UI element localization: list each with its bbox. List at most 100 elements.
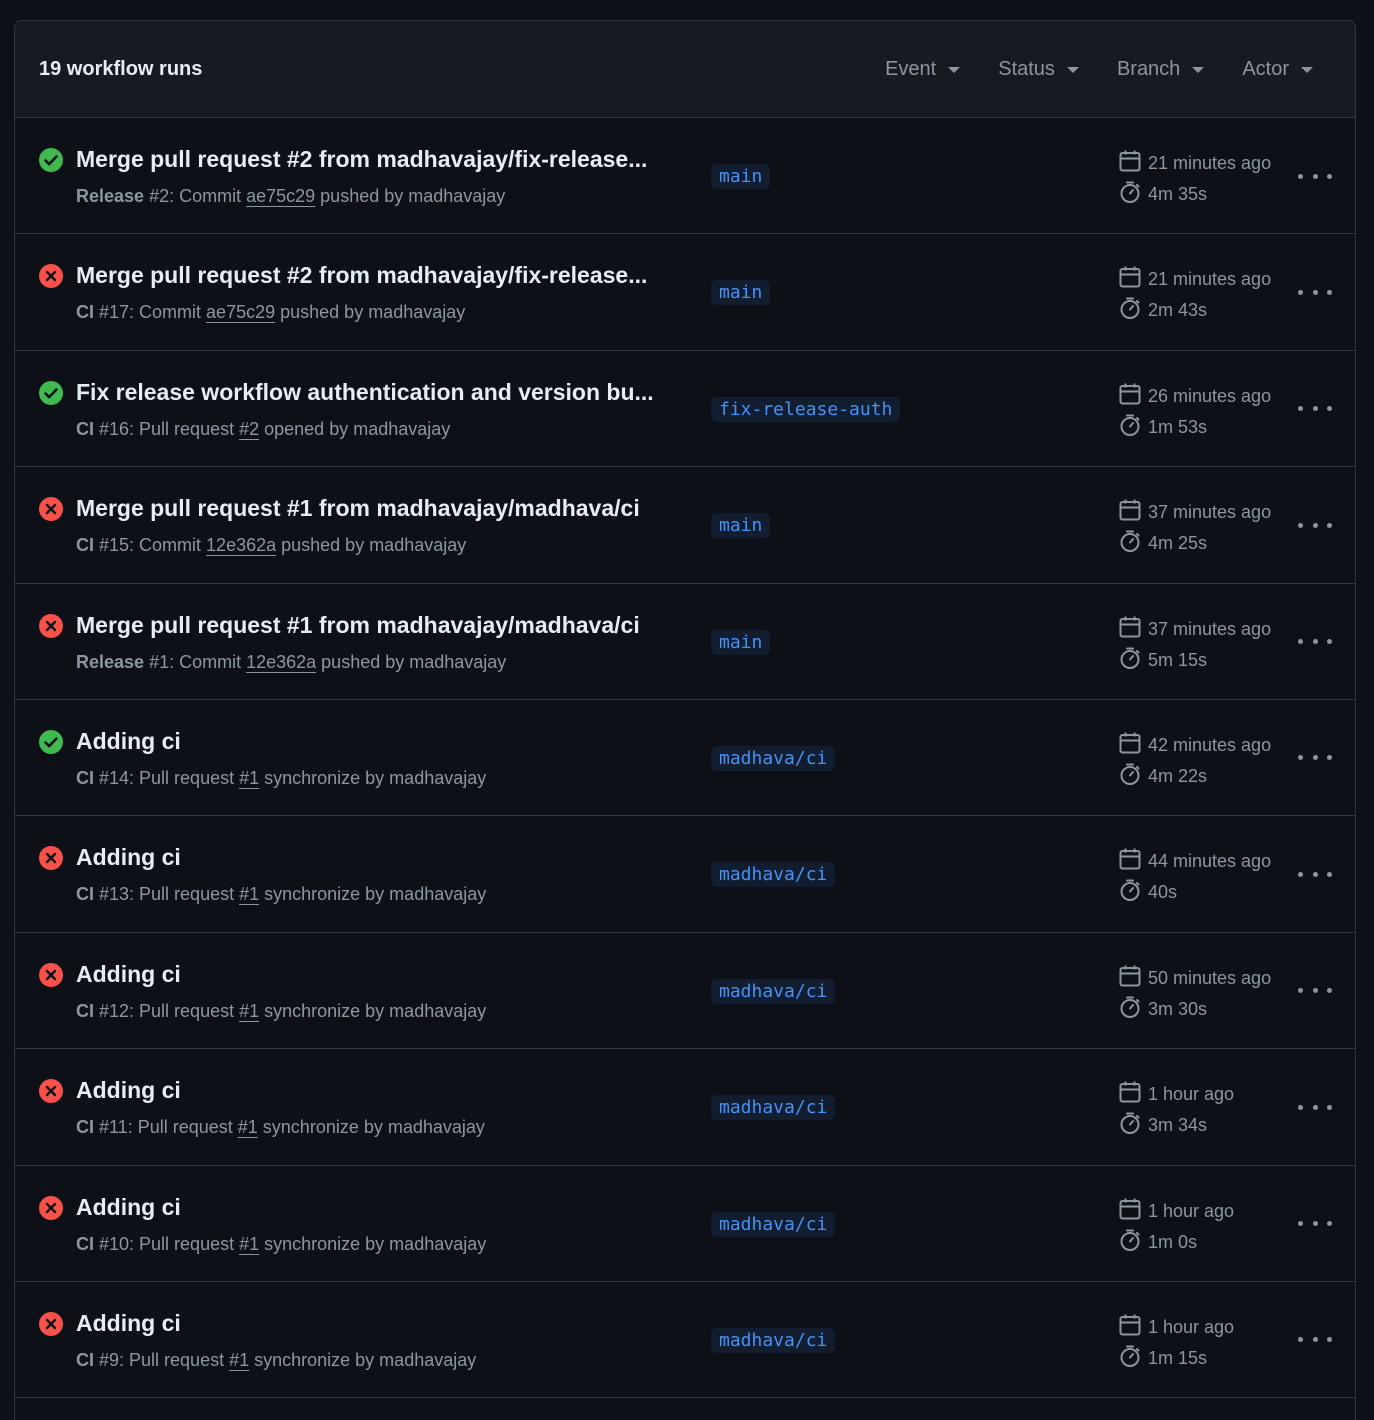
run-title-link[interactable]: Adding ci <box>76 1310 181 1337</box>
run-number: #13: Pull request <box>94 884 240 905</box>
x-circle-icon <box>39 264 63 289</box>
run-row[interactable]: Adding ci CI #12: Pull request #1 synchro… <box>15 933 1355 1050</box>
branch-label[interactable]: main <box>711 513 771 539</box>
run-meta: CI #10: Pull request #1 synchronize by m… <box>76 1234 486 1255</box>
run-times: 50 minutes ago 3m 30s <box>1119 963 1271 1025</box>
run-times: 37 minutes ago 5m 15s <box>1119 614 1271 676</box>
run-duration: 2m 43s <box>1148 300 1208 321</box>
run-times: 44 minutes ago 40s <box>1119 846 1271 908</box>
stopwatch-icon <box>1119 297 1148 324</box>
run-duration: 40s <box>1148 882 1178 903</box>
x-circle-icon <box>39 1311 63 1336</box>
run-title-link[interactable]: Merge pull request #2 from madhavajay/fi… <box>76 262 647 289</box>
stopwatch-icon <box>1119 1229 1148 1256</box>
run-time-ago: 37 minutes ago <box>1148 502 1272 523</box>
kebab-menu-icon[interactable] <box>1298 515 1332 535</box>
run-duration: 3m 30s <box>1148 998 1208 1019</box>
x-circle-icon <box>39 497 63 522</box>
kebab-menu-icon[interactable] <box>1298 282 1332 302</box>
run-title-link[interactable]: Merge pull request #1 from madhavajay/ma… <box>76 495 640 522</box>
run-row[interactable]: Adding ci CI #9: Pull request #1 synchron… <box>15 1282 1355 1399</box>
run-trigger: pushed by madhavajay <box>316 651 507 672</box>
ref-link[interactable]: #1 <box>239 768 259 788</box>
filter-event-dropdown[interactable]: Event <box>885 58 961 81</box>
branch-label[interactable]: madhava/ci <box>711 862 836 888</box>
branch-label[interactable]: madhava/ci <box>711 1095 836 1121</box>
ref-link[interactable]: 12e362a <box>206 535 276 555</box>
kebab-menu-icon[interactable] <box>1298 399 1332 419</box>
ref-link[interactable]: ae75c29 <box>246 186 315 206</box>
calendar-icon <box>1119 616 1148 643</box>
run-duration: 4m 35s <box>1148 184 1208 204</box>
run-number: #12: Pull request <box>94 1000 240 1021</box>
branch-label[interactable]: main <box>711 164 771 189</box>
ref-link[interactable]: #2 <box>239 419 259 439</box>
run-number: #11: Pull request <box>94 1117 238 1138</box>
run-times: 26 minutes ago 1m 53s <box>1119 381 1271 443</box>
workflow-name: CI <box>76 418 94 439</box>
run-time-ago: 21 minutes ago <box>1148 153 1272 173</box>
run-number: #16: Pull request <box>94 418 240 439</box>
ref-link[interactable]: #1 <box>239 1001 259 1021</box>
branch-label[interactable]: main <box>711 280 771 306</box>
run-title-link[interactable]: Adding ci <box>76 1194 181 1221</box>
runs-header: 19 workflow runs Event Status Branch Act… <box>15 21 1355 118</box>
run-row[interactable]: Merge pull request #1 from madhavajay/ma… <box>15 584 1355 700</box>
run-number: #14: Pull request <box>94 767 240 788</box>
kebab-menu-icon[interactable] <box>1298 748 1332 768</box>
stopwatch-icon <box>1119 996 1148 1023</box>
run-row[interactable]: Fix release workflow authentication and … <box>15 351 1355 468</box>
branch-label[interactable]: main <box>711 629 771 655</box>
kebab-menu-icon[interactable] <box>1298 1097 1332 1117</box>
branch-label[interactable]: madhava/ci <box>711 1211 836 1237</box>
branch-label[interactable]: madhava/ci <box>711 745 836 771</box>
run-meta: CI #13: Pull request #1 synchronize by m… <box>76 884 486 905</box>
run-count: 19 workflow runs <box>39 57 203 80</box>
branch-label[interactable]: madhava/ci <box>711 1327 836 1353</box>
filter-status-dropdown[interactable]: Status <box>998 58 1079 81</box>
run-title-link[interactable]: Fix release workflow authentication and … <box>76 379 654 406</box>
run-row[interactable]: Merge pull request #2 from madhavajay/fi… <box>15 118 1355 235</box>
run-time-ago: 26 minutes ago <box>1148 385 1272 406</box>
run-meta: Release #1: Commit 12e362a pushed by mad… <box>76 652 506 673</box>
ref-link[interactable]: #1 <box>239 1234 259 1254</box>
ref-link[interactable]: ae75c29 <box>206 302 275 322</box>
run-meta: CI #14: Pull request #1 synchronize by m… <box>76 768 486 789</box>
run-number: #17: Commit <box>94 302 207 323</box>
branch-label[interactable]: madhava/ci <box>711 978 836 1004</box>
run-row[interactable]: Adding ci CI #11: Pull request #1 synchro… <box>15 1049 1355 1166</box>
ref-link[interactable]: 12e362a <box>246 652 316 672</box>
kebab-menu-icon[interactable] <box>1298 1330 1332 1350</box>
run-title-link[interactable]: Adding ci <box>76 844 181 871</box>
run-row[interactable]: Merge pull request #1 from madhavajay/ma… <box>15 467 1355 584</box>
ref-link[interactable]: #1 <box>229 1350 249 1370</box>
run-row[interactable]: Merge pull request #2 from madhavajay/fi… <box>15 234 1355 351</box>
branch-label[interactable]: fix-release-auth <box>711 396 901 422</box>
run-title-link[interactable]: Merge pull request #1 from madhavajay/ma… <box>76 612 640 639</box>
run-row[interactable]: Adding ci CI #10: Pull request #1 synchro… <box>15 1166 1355 1282</box>
kebab-menu-icon[interactable] <box>1298 864 1332 884</box>
x-circle-icon <box>39 846 63 871</box>
run-title-link[interactable]: Adding ci <box>76 1077 181 1104</box>
run-time-ago: 1 hour ago <box>1148 1316 1235 1337</box>
run-number: #9: Pull request <box>94 1349 230 1370</box>
run-title-link[interactable]: Adding ci <box>76 961 181 988</box>
kebab-menu-icon[interactable] <box>1298 1214 1332 1234</box>
run-row[interactable]: Adding ci CI #14: Pull request #1 synchro… <box>15 700 1355 817</box>
stopwatch-icon <box>1119 763 1148 790</box>
kebab-menu-icon[interactable] <box>1298 632 1332 652</box>
run-row[interactable]: Adding ci CI #13: Pull request #1 synchro… <box>15 816 1355 933</box>
run-time-ago: 50 minutes ago <box>1148 967 1272 988</box>
filter-branch-dropdown[interactable]: Branch <box>1117 58 1205 81</box>
run-title-link[interactable]: Merge pull request #2 from madhavajay/fi… <box>76 146 647 173</box>
ref-link[interactable]: #1 <box>238 1117 258 1137</box>
kebab-menu-icon[interactable] <box>1298 166 1332 186</box>
run-meta: CI #11: Pull request #1 synchronize by m… <box>76 1117 485 1138</box>
ref-link[interactable]: #1 <box>239 884 259 904</box>
filter-actor-dropdown[interactable]: Actor <box>1242 58 1313 81</box>
kebab-menu-icon[interactable] <box>1298 981 1332 1001</box>
run-title-link[interactable]: Adding ci <box>76 728 181 755</box>
workflow-name: Release <box>76 186 145 206</box>
run-duration: 3m 34s <box>1148 1115 1208 1136</box>
run-trigger: pushed by madhavajay <box>275 302 466 323</box>
